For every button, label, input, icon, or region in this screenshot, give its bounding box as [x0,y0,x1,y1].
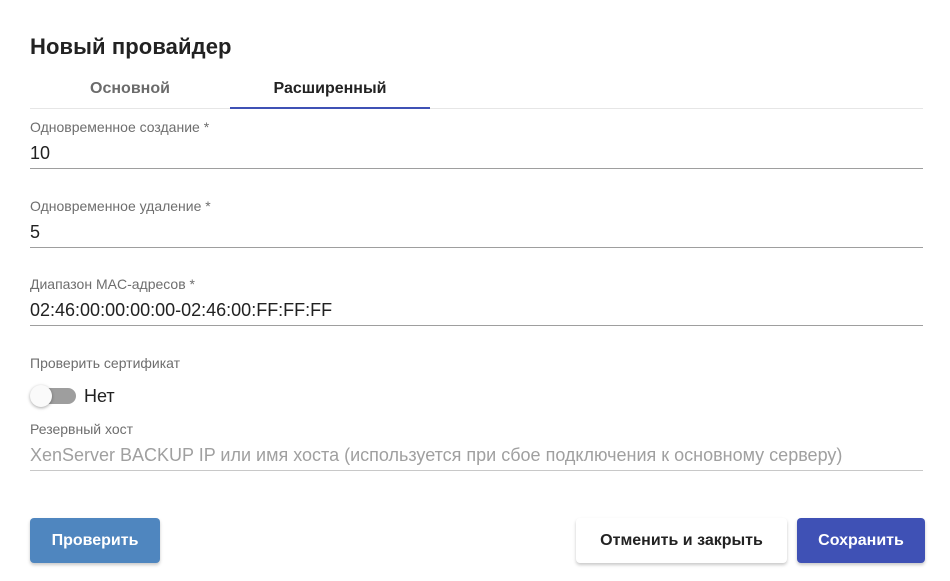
tab-bar: Основной Расширенный [30,72,923,109]
tab-basic[interactable]: Основной [30,72,230,108]
backup-host-field: Резервный хост [30,421,923,471]
concurrent-creation-label: Одновременное создание * [30,119,210,135]
cancel-close-button[interactable]: Отменить и закрыть [576,518,787,563]
mac-range-label: Диапазон MAC-адресов * [30,276,195,292]
check-button[interactable]: Проверить [30,518,160,563]
concurrent-removal-field: Одновременное удаление * [30,198,923,248]
save-button[interactable]: Сохранить [797,518,925,563]
dialog-title: Новый провайдер [30,34,232,59]
verify-cert-row: Нет [30,384,115,408]
concurrent-creation-input[interactable] [30,139,923,169]
concurrent-creation-field: Одновременное создание * [30,119,923,169]
verify-cert-state: Нет [84,385,115,406]
tab-advanced[interactable]: Расширенный [230,72,430,109]
mac-range-field: Диапазон MAC-адресов * [30,276,923,326]
backup-host-input[interactable] [30,441,923,471]
concurrent-removal-label: Одновременное удаление * [30,198,211,214]
mac-range-input[interactable] [30,296,923,326]
verify-cert-label: Проверить сертификат [30,355,181,371]
concurrent-removal-input[interactable] [30,218,923,248]
toggle-thumb [30,385,52,407]
backup-host-label: Резервный хост [30,421,134,437]
verify-cert-toggle[interactable] [30,384,76,408]
